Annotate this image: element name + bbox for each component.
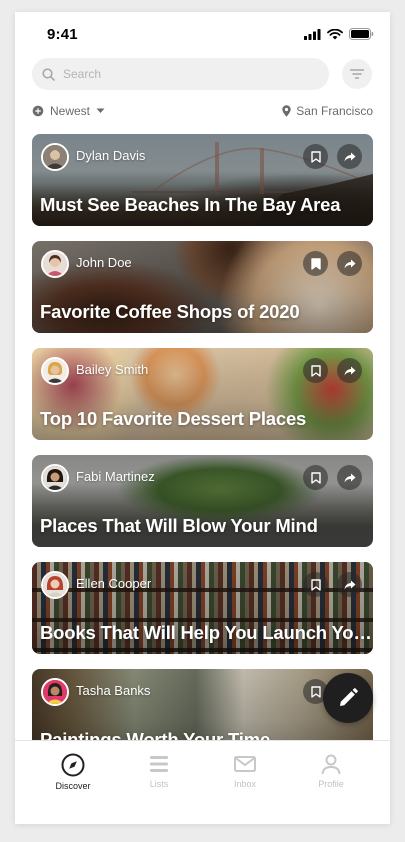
card-title: Places That Will Blow Your Mind — [40, 515, 318, 536]
bookmark-button[interactable] — [303, 465, 328, 490]
bookmark-icon — [310, 364, 321, 377]
tab-label: Inbox — [233, 779, 257, 789]
list-card[interactable]: John Doe Favorite Coffee Shops of 2020 — [32, 241, 373, 333]
sort-label: Newest — [50, 104, 91, 118]
bookmark-button[interactable] — [303, 572, 328, 597]
list-icon — [150, 756, 168, 772]
author-name[interactable]: Fabi Martinez — [76, 469, 155, 484]
tab-profile[interactable]: Profile — [291, 753, 371, 789]
tab-lists[interactable]: Lists — [119, 753, 199, 789]
status-bar: 9:41 — [15, 12, 390, 56]
card-title: Books That Will Help You Launch Your Bus… — [40, 622, 372, 643]
filter-button[interactable] — [342, 59, 372, 89]
author-name[interactable]: Dylan Davis — [76, 148, 145, 163]
search-bar[interactable] — [32, 58, 329, 90]
avatar-photo — [43, 466, 67, 490]
card-title: Top 10 Favorite Dessert Places — [40, 408, 307, 429]
search-input[interactable] — [63, 67, 303, 81]
bookmark-icon — [310, 257, 321, 270]
share-button[interactable] — [337, 572, 362, 597]
bookmark-icon — [310, 578, 321, 591]
share-icon — [344, 152, 355, 161]
share-button[interactable] — [337, 358, 362, 383]
tab-label: Profile — [318, 779, 344, 789]
location-label: San Francisco — [296, 104, 373, 118]
list-card[interactable]: Dylan Davis Must See Beaches In The Bay … — [32, 134, 373, 226]
profile-icon — [321, 754, 341, 775]
avatar[interactable] — [41, 571, 69, 599]
list-card[interactable]: Tasha Banks Paintings Worth Your Time — [32, 669, 373, 741]
sort-icon — [32, 105, 44, 117]
tab-label: Lists — [149, 779, 169, 789]
status-icons — [304, 28, 374, 40]
search-icon — [42, 67, 55, 81]
share-icon — [344, 366, 355, 375]
share-icon — [344, 259, 355, 268]
share-icon — [344, 473, 355, 482]
card-title: Favorite Coffee Shops of 2020 — [40, 301, 300, 322]
share-button[interactable] — [337, 251, 362, 276]
avatar[interactable] — [41, 250, 69, 278]
pencil-icon — [340, 688, 358, 706]
list-feed: Dylan Davis Must See Beaches In The Bay … — [32, 134, 373, 741]
author-name[interactable]: John Doe — [76, 255, 132, 270]
sort-dropdown[interactable]: Newest — [32, 104, 105, 118]
bookmark-icon — [310, 685, 321, 698]
list-card[interactable]: Fabi Martinez Places That Will Blow Your… — [32, 455, 373, 547]
list-card[interactable]: Ellen Cooper Books That Will Help You La… — [32, 562, 373, 654]
bookmark-button[interactable] — [303, 358, 328, 383]
card-title: Must See Beaches In The Bay Area — [40, 194, 341, 215]
tab-inbox[interactable]: Inbox — [205, 753, 285, 789]
bookmark-icon — [310, 471, 321, 484]
status-time: 9:41 — [47, 26, 78, 43]
wifi-icon — [327, 28, 343, 39]
tab-bar: Discover Lists Inbox Profile — [15, 740, 390, 824]
share-button[interactable] — [337, 465, 362, 490]
mail-icon — [234, 756, 256, 772]
location-selector[interactable]: San Francisco — [282, 104, 373, 118]
location-pin-icon — [282, 105, 291, 117]
compose-button[interactable] — [323, 673, 373, 723]
avatar-photo — [43, 573, 67, 597]
avatar-photo — [43, 145, 67, 169]
list-card[interactable]: Bailey Smith Top 10 Favorite Dessert Pla… — [32, 348, 373, 440]
avatar[interactable] — [41, 143, 69, 171]
compass-icon — [61, 753, 85, 777]
filter-icon — [350, 69, 364, 79]
avatar-photo — [43, 680, 67, 704]
avatar[interactable] — [41, 357, 69, 385]
author-name[interactable]: Bailey Smith — [76, 362, 148, 377]
avatar[interactable] — [41, 464, 69, 492]
battery-icon — [349, 28, 374, 40]
author-name[interactable]: Ellen Cooper — [76, 576, 151, 591]
avatar[interactable] — [41, 678, 69, 706]
share-icon — [344, 580, 355, 589]
author-name[interactable]: Tasha Banks — [76, 683, 150, 698]
tab-discover[interactable]: Discover — [33, 753, 113, 791]
bookmark-button[interactable] — [303, 251, 328, 276]
signal-icon — [304, 28, 321, 40]
tab-label: Discover — [55, 781, 91, 791]
avatar-photo — [43, 252, 67, 276]
share-button[interactable] — [337, 144, 362, 169]
app-screen: 9:41 Search Newest San Francisco Dylan D… — [15, 12, 390, 824]
chevron-down-icon — [96, 108, 105, 113]
bookmark-icon — [310, 150, 321, 163]
bookmark-button[interactable] — [303, 144, 328, 169]
avatar-photo — [43, 359, 67, 383]
